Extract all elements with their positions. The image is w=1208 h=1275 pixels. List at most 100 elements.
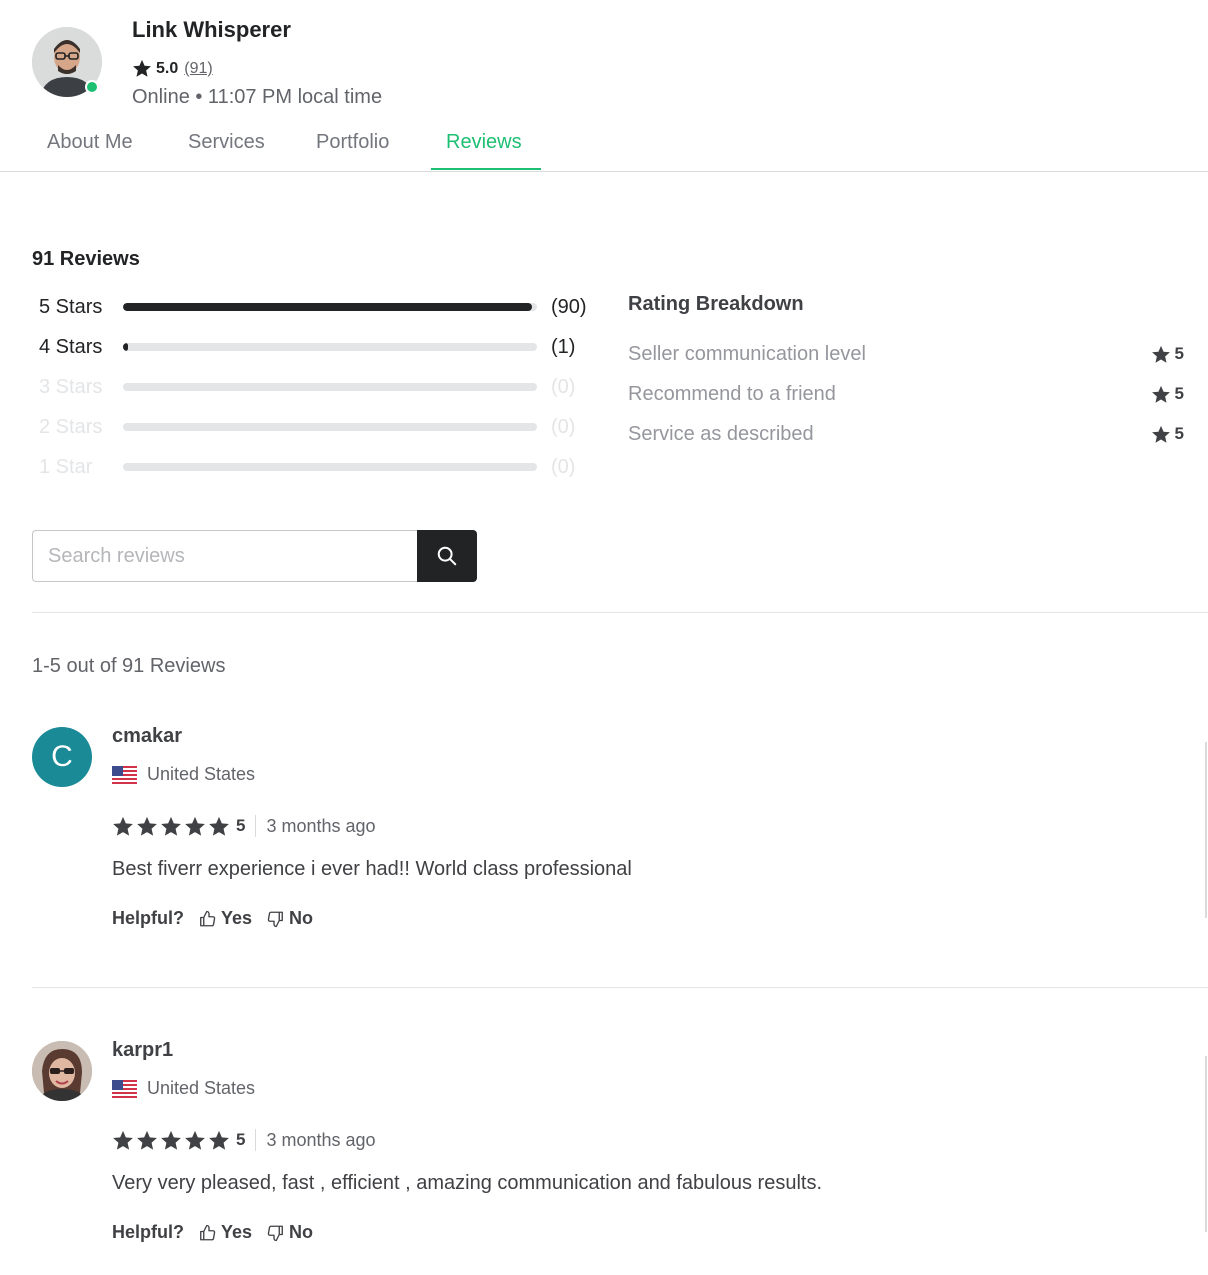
breakdown-score: 5 [1174,344,1184,363]
seller-name[interactable]: Link Whisperer [132,17,291,43]
breakdown-row-service: Service as described 5 [628,421,1184,447]
section-divider [32,612,1208,613]
star-filter-count: (0) [551,455,576,478]
online-status-dot [85,80,99,94]
star-filter-count: (0) [551,415,576,438]
helpful-votes: Helpful? Yes No [112,908,327,929]
star-icon [160,1130,182,1151]
reviewer-name[interactable]: karpr1 [112,1039,173,1062]
star-icon [208,1130,230,1151]
helpful-no-label: No [289,1222,314,1242]
star-filter-5[interactable]: 5 Stars (90) [39,294,599,320]
star-icon [136,816,158,837]
review-rating: 5 3 months ago [112,814,376,838]
star-filter-count: (90) [551,295,587,318]
helpful-label: Helpful? [112,1222,184,1242]
scroll-edge-line [1205,742,1207,918]
seller-rating: 5.0 (91) [132,59,213,78]
review-item: C cmakar United States 5 3 months ago Be… [32,725,1208,957]
tab-reviews[interactable]: Reviews [446,131,522,154]
breakdown-name: Service as described [628,422,814,445]
us-flag-icon [112,765,137,784]
star-icon [1151,385,1170,403]
seller-status: Online • 11:07 PM local time [132,86,383,108]
star-filter-bar-fill [123,343,128,351]
breakdown-row-communication: Seller communication level 5 [628,341,1184,367]
star-filter-count: (0) [551,375,576,398]
review-time: 3 months ago [266,815,376,836]
star-filter-bar [123,343,537,351]
reviewer-initial: C [51,740,73,773]
star-icon [136,1130,158,1151]
thumbs-up-icon [200,1224,216,1240]
search-button[interactable] [417,530,477,582]
helpful-no-button[interactable]: No [266,908,313,929]
review-time: 3 months ago [266,1129,376,1150]
reviewer-name[interactable]: cmakar [112,725,182,748]
helpful-yes-label: Yes [221,1222,253,1242]
breakdown-value: 5 [1151,424,1184,444]
breakdown-row-recommend: Recommend to a friend 5 [628,381,1184,407]
breakdown-score: 5 [1174,384,1184,403]
active-tab-indicator [431,168,541,170]
star-filter-label: 4 Stars [39,335,103,358]
star-filter-2: 2 Stars (0) [39,414,599,440]
thumbs-down-icon [267,1225,283,1241]
star-filter-bar [123,303,537,311]
breakdown-name: Seller communication level [628,342,866,365]
review-score: 5 [236,1129,257,1151]
breakdown-value: 5 [1151,384,1184,404]
helpful-yes-button[interactable]: Yes [198,1222,252,1243]
review-divider [32,987,1208,988]
star-filter-label: 3 Stars [39,375,103,398]
reviewer-avatar[interactable] [32,1041,92,1101]
star-filter-bar [123,463,537,471]
reviewer-country-name: United States [147,1078,256,1098]
search-icon [437,546,457,566]
reviews-total-heading: 91 Reviews [32,248,140,270]
review-text: Very very pleased, fast , efficient , am… [112,1172,822,1194]
review-text: Best fiverr experience i ever had!! Worl… [112,858,632,880]
review-stars [112,816,230,837]
profile-tabs: About Me Services Portfolio Reviews [0,120,1208,172]
star-filter-bar-fill [123,303,533,311]
seller-rating-score: 5.0 [156,59,179,77]
reviewer-country: United States [112,764,255,785]
star-icon [184,816,206,837]
helpful-no-label: No [289,908,314,928]
review-stars [112,1130,230,1151]
star-icon [1151,345,1170,363]
star-icon [1151,425,1170,443]
star-filter-label: 5 Stars [39,295,103,318]
thumbs-up-icon [200,910,216,926]
review-score: 5 [236,815,257,837]
breakdown-score: 5 [1174,424,1184,443]
star-icon [208,816,230,837]
rating-breakdown-title: Rating Breakdown [628,293,804,315]
review-item: karpr1 United States 5 3 months ago Very… [32,1039,1208,1271]
us-flag-icon [112,1079,137,1098]
reviewer-country: United States [112,1078,255,1099]
thumbs-down-icon [267,911,283,927]
helpful-no-button[interactable]: No [266,1222,313,1243]
star-filter-4[interactable]: 4 Stars (1) [39,334,599,360]
helpful-yes-button[interactable]: Yes [198,908,252,929]
seller-rating-count-link[interactable]: (91) [184,60,212,78]
star-filter-1: 1 Star (0) [39,454,599,480]
helpful-yes-label: Yes [221,908,253,928]
star-filter-bar [123,423,537,431]
star-icon [184,1130,206,1151]
breakdown-value: 5 [1151,344,1184,364]
tab-portfolio[interactable]: Portfolio [316,131,389,154]
scroll-edge-line [1205,1056,1207,1232]
review-search [32,530,477,582]
star-filter-bar [123,383,537,391]
search-reviews-input[interactable] [32,530,417,582]
reviewer-avatar[interactable]: C [32,727,92,787]
star-icon [160,816,182,837]
star-icon [133,59,151,77]
tab-services[interactable]: Services [188,131,265,154]
breakdown-name: Recommend to a friend [628,382,836,405]
tab-about-me[interactable]: About Me [47,131,133,154]
helpful-votes: Helpful? Yes No [112,1222,327,1243]
